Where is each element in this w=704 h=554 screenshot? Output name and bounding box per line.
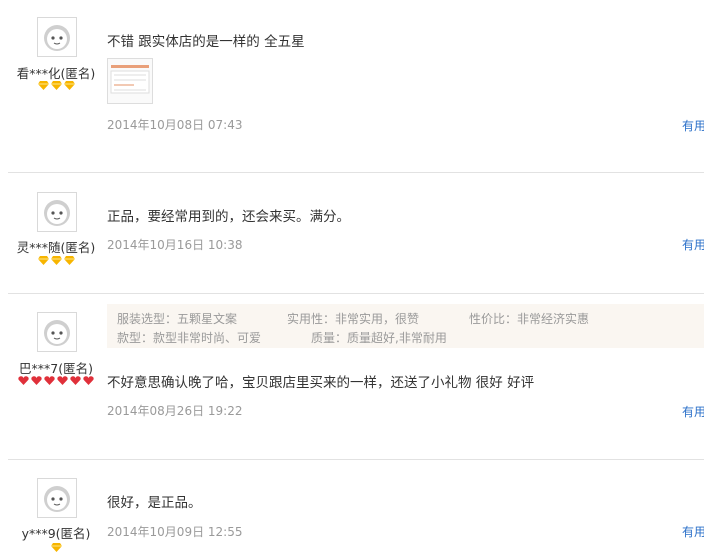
review-content: 不错 跟实体店的是一样的 全五星 xyxy=(107,34,305,50)
username[interactable]: 看***化(匿名) xyxy=(0,63,112,82)
avatar[interactable] xyxy=(37,478,77,518)
useful-button[interactable]: 有用 xyxy=(682,117,704,134)
default-avatar-icon xyxy=(44,486,70,512)
review-content: 正品，要经常用到的，还会来买。满分。 xyxy=(107,209,350,225)
default-avatar-icon xyxy=(44,320,70,346)
avatar[interactable] xyxy=(37,312,77,352)
username[interactable]: 巴***7(匿名) xyxy=(0,358,112,377)
red-heart-icon xyxy=(31,376,42,385)
review-date: 2014年10月16日 10:38 xyxy=(107,238,243,252)
yellow-diamond-icon xyxy=(50,543,62,552)
yellow-diamond-icon xyxy=(63,81,75,90)
review-date: 2014年10月08日 07:43 xyxy=(107,118,243,132)
yellow-diamond-icon xyxy=(37,81,49,90)
divider xyxy=(8,459,704,460)
yellow-diamond-icon xyxy=(50,256,62,265)
default-avatar-icon xyxy=(44,200,70,226)
divider xyxy=(8,293,704,294)
review-content: 很好，是正品。 xyxy=(107,495,202,511)
username[interactable]: 灵***随(匿名) xyxy=(0,237,112,256)
avatar[interactable] xyxy=(37,17,77,57)
review-photo-thumbnail[interactable] xyxy=(107,58,153,104)
avatar[interactable] xyxy=(37,192,77,232)
red-heart-icon xyxy=(83,376,94,385)
rating-tag: 质量：质量超好,非常耐用 xyxy=(311,331,447,345)
rating-tag: 服装选型：五颗星文案 xyxy=(117,312,238,326)
red-heart-icon xyxy=(44,376,55,385)
review-content: 不好意思确认晚了哈，宝贝跟店里买来的一样，还送了小礼物 很好 好评 xyxy=(107,375,535,391)
buyer-level-badges xyxy=(0,543,112,552)
useful-button[interactable]: 有用 xyxy=(682,236,704,253)
default-avatar-icon xyxy=(44,25,70,51)
rating-tags-panel: 服装选型：五颗星文案 实用性：非常实用，很赞 性价比：非常经济实惠 款型：款型非… xyxy=(107,304,704,348)
rating-tag: 实用性：非常实用，很赞 xyxy=(287,312,420,326)
useful-button[interactable]: 有用 xyxy=(682,523,704,540)
red-heart-icon xyxy=(18,376,29,385)
username[interactable]: y***9(匿名) xyxy=(0,523,112,542)
red-heart-icon xyxy=(70,376,81,385)
rating-tag: 款型：款型非常时尚、可爱 xyxy=(117,331,262,345)
yellow-diamond-icon xyxy=(50,81,62,90)
red-heart-icon xyxy=(57,376,68,385)
buyer-level-badges xyxy=(0,256,112,265)
review-date: 2014年10月09日 12:55 xyxy=(107,525,243,539)
divider xyxy=(8,172,704,173)
rating-tag: 性价比：非常经济实惠 xyxy=(469,312,590,326)
buyer-level-badges xyxy=(0,81,112,90)
useful-button[interactable]: 有用 xyxy=(682,403,704,420)
buyer-level-badges xyxy=(0,376,112,385)
yellow-diamond-icon xyxy=(63,256,75,265)
yellow-diamond-icon xyxy=(37,256,49,265)
review-date: 2014年08月26日 19:22 xyxy=(107,404,243,418)
